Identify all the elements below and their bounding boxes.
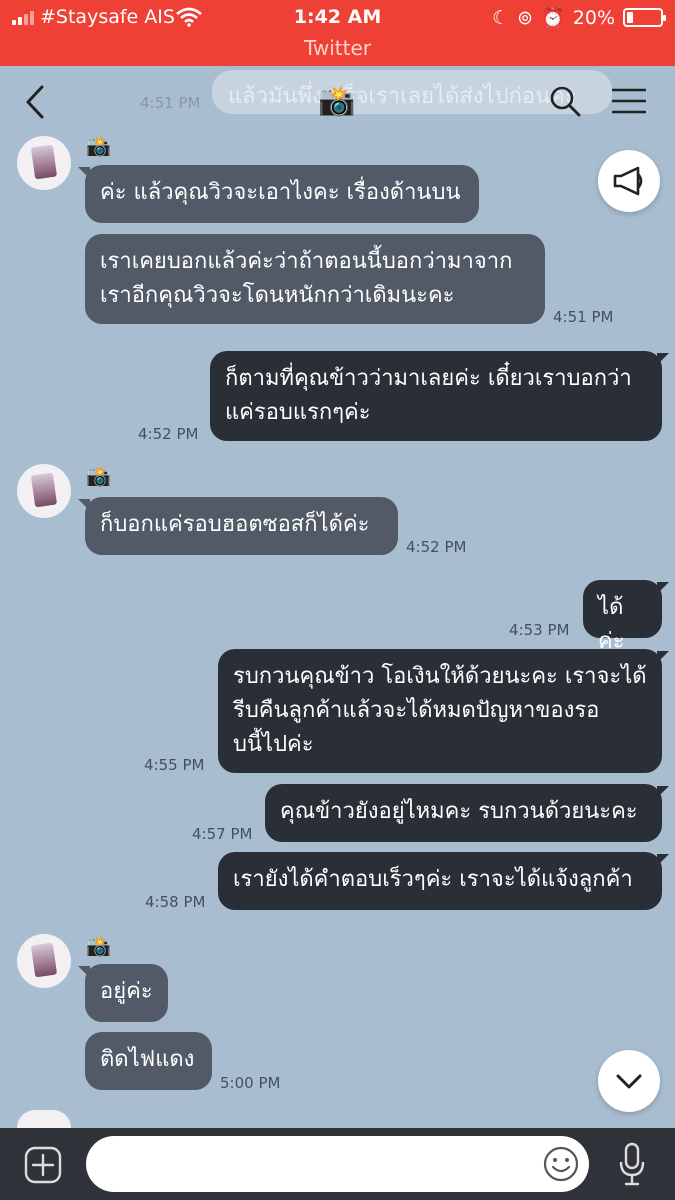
battery-icon (623, 8, 666, 27)
battery-percent: 20% (572, 6, 615, 29)
incoming-message[interactable]: อยู่ค่ะ (78, 964, 168, 1022)
message-time: 4:55 PM (144, 756, 205, 774)
message-input[interactable] (86, 1136, 589, 1192)
search-button[interactable] (548, 84, 582, 118)
contact-avatar (17, 1110, 71, 1128)
chevron-down-icon (616, 1074, 642, 1089)
contact-avatar[interactable] (17, 464, 71, 518)
sender-name-camera-icon: 📸 (86, 464, 111, 488)
incoming-message[interactable]: ค่ะ แล้วคุณวิวจะเอาไงคะ เรื่องด้านบน (78, 165, 479, 223)
back-to-app-link[interactable]: Twitter (0, 36, 675, 60)
sender-name-camera-icon: 📸 (86, 134, 111, 158)
incoming-message[interactable]: เราเคยบอกแล้วค่ะว่าถ้าตอนนี้บอกว่ามาจาก … (85, 234, 545, 324)
message-time: 5:00 PM (220, 1074, 281, 1092)
microphone-button[interactable] (618, 1142, 646, 1186)
message-time: 4:52 PM (138, 425, 199, 443)
contact-avatar[interactable] (17, 136, 71, 190)
incoming-message[interactable]: ติดไฟแดง (85, 1032, 212, 1090)
message-time: 4:51 PM (553, 308, 614, 326)
message-input-bar (0, 1128, 675, 1200)
outgoing-message[interactable]: รบกวนคุณข้าว โอเงินให้ด้วยนะคะ เราจะได้ … (218, 649, 669, 773)
outgoing-message[interactable]: เรายังได้คำตอบเร็วๆค่ะ เราจะได้แจ้งลูกค้… (218, 852, 669, 910)
incoming-message[interactable]: ก็บอกแค่รอบฮอตซอสก็ได้ค่ะ (78, 497, 398, 555)
outgoing-message[interactable]: คุณข้าวยังอยู่ไหมคะ รบกวนด้วยนะคะ (265, 784, 669, 842)
scroll-to-bottom-button[interactable] (598, 1050, 660, 1112)
faded-previous-time: 4:51 PM (140, 94, 201, 112)
alarm-icon: ⏰ (541, 7, 565, 29)
orientation-lock-icon: ⊚ (517, 6, 534, 29)
megaphone-icon (613, 166, 643, 196)
message-time: 4:58 PM (145, 893, 206, 911)
status-bar: #Staysafe AIS 1:42 AM ☾ ⊚ ⏰ 20% Twitter (0, 0, 675, 66)
moon-icon: ☾ (492, 6, 510, 29)
announcement-button[interactable] (598, 150, 660, 212)
menu-button[interactable] (612, 88, 646, 114)
message-time: 4:53 PM (509, 621, 570, 639)
outgoing-message[interactable]: ได้ค่ะ (583, 580, 669, 654)
contact-avatar[interactable] (17, 934, 71, 988)
message-time: 4:52 PM (406, 538, 467, 556)
chat-header: แล้วมันพึ่งเสร็จเราเลยได้ส่งไปก่อนค่ะ 4:… (0, 66, 675, 136)
emoji-button[interactable] (542, 1145, 580, 1183)
message-time: 4:57 PM (192, 825, 253, 843)
add-attachment-button[interactable] (24, 1146, 62, 1184)
back-button[interactable] (22, 84, 50, 120)
outgoing-message[interactable]: ก็ตามที่คุณข้าวว่ามาเลยค่ะ เดี๋ยวเราบอกว… (210, 351, 669, 441)
sender-name-camera-icon: 📸 (86, 934, 111, 958)
chat-title-camera-icon: 📸 (318, 84, 356, 119)
